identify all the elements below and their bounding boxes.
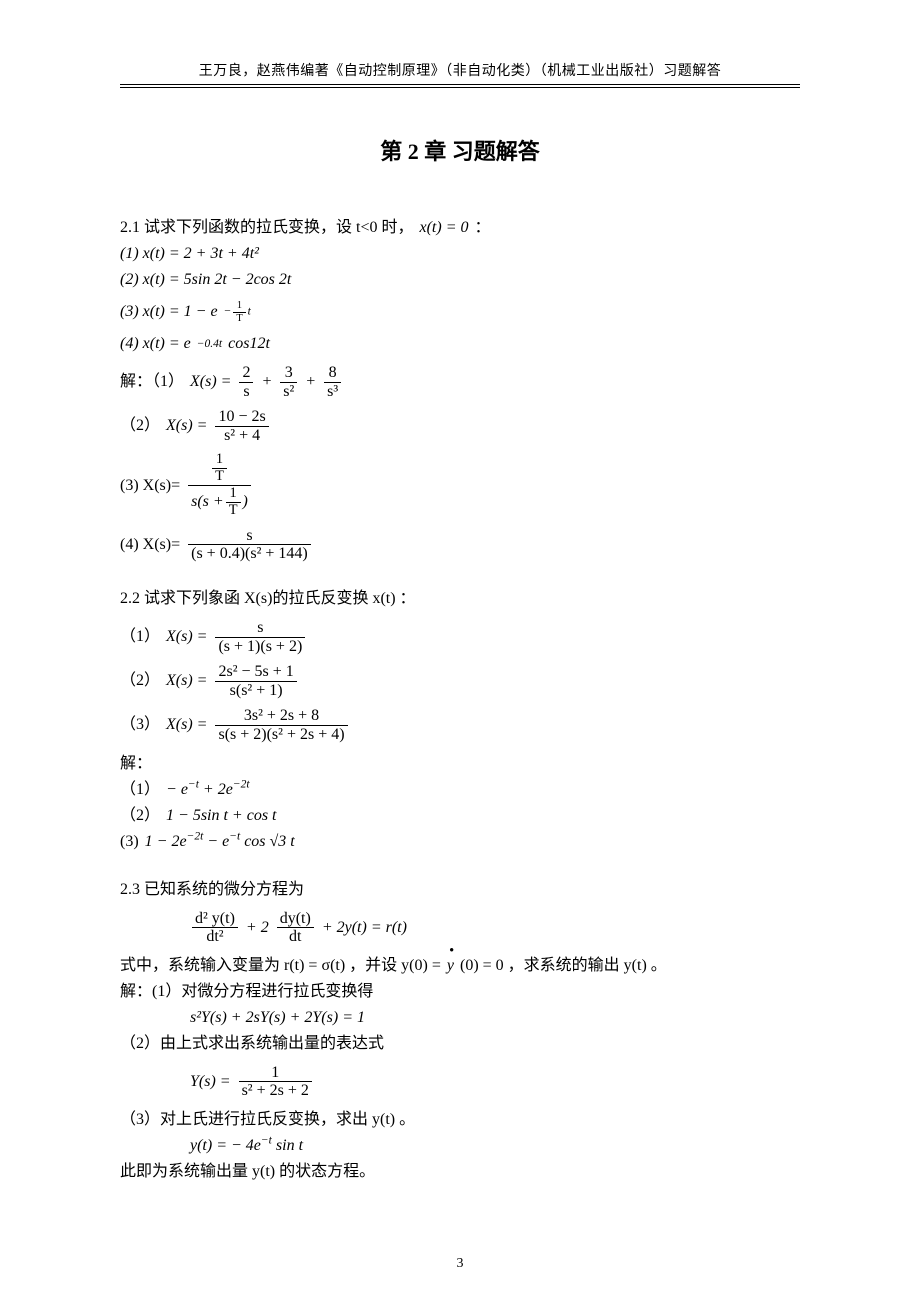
p23-sol3-eq: y(t) = − 4e−t sin t: [190, 1134, 303, 1158]
p23-sol1-eq: s²Y(s) + 2sY(s) + 2Y(s) = 1: [190, 1006, 365, 1030]
p21-item1: (1) x(t) = 2 + 3t + 4t²: [120, 242, 259, 266]
p23-last: 此即为系统输出量 y(t) 的状态方程。: [120, 1160, 375, 1184]
p22-i2-lhs: X(s) =: [166, 669, 207, 693]
p21-sol2-den: s² + 4: [215, 427, 268, 445]
p21-cond: x(t) = 0: [419, 216, 468, 240]
p23-line2c: (0) = 0 ，求系统的输出 y(t) 。: [460, 954, 667, 978]
page-number: 3: [0, 1256, 920, 1272]
p21-item3-exp: −1Tt: [224, 300, 251, 324]
p22-a2: 1 − 5sin t + cos t: [166, 804, 276, 828]
p22-i2-label: （2）: [120, 669, 160, 693]
p22-i2-den: s(s² + 1): [215, 682, 296, 700]
p22-a2-label: （2）: [120, 804, 160, 828]
p21-sol4-num: s: [188, 527, 311, 546]
p22-a3-label: (3): [120, 830, 139, 854]
p23-sol2-den: s² + 2s + 2: [239, 1082, 312, 1100]
p21-lead: 2.1 试求下列函数的拉氏变换，设 t<0 时，: [120, 216, 413, 240]
p21-sol-label: 解：（1）: [120, 370, 184, 394]
p22-i1-num: s: [215, 619, 305, 638]
problem-2-2: 2.2 试求下列象函 X(s)的拉氏反变换 x(t) ： （1） X(s) = …: [120, 587, 800, 854]
p21-sol1-f1d: s: [239, 383, 253, 401]
p22-a1: − e−t + 2e−2t: [166, 778, 250, 802]
p21-sol1-f2d: s²: [280, 383, 297, 401]
p23-sol2-label: （2）由上式求出系统输出量的表达式: [120, 1032, 384, 1056]
p22-i1-lhs: X(s) =: [166, 625, 207, 649]
p22-lead: 2.2 试求下列象函 X(s)的拉氏反变换 x(t) ：: [120, 587, 416, 611]
p22-i3-num: 3s² + 2s + 8: [215, 707, 347, 726]
p21-lead-tail: ：: [474, 216, 490, 240]
p21-sol1-f3n: 8: [324, 364, 341, 383]
p23-ydot: y: [447, 954, 454, 978]
problem-2-3: 2.3 已知系统的微分方程为 d² y(t)dt² + 2 dy(t)dt + …: [120, 878, 800, 1184]
p22-i3-lhs: X(s) =: [166, 713, 207, 737]
p21-sol3-num: 1T: [188, 452, 251, 486]
p21-sol1-lhs: X(s) =: [190, 370, 231, 394]
chapter-title: 第 2 章 习题解答: [120, 134, 800, 166]
p23-sol3-label: （3）对上氏进行拉氏反变换，求出 y(t) 。: [120, 1108, 415, 1132]
p22-a1-label: （1）: [120, 778, 160, 802]
p21-sol4-label: (4) X(s)=: [120, 533, 180, 557]
p21-sol2-num: 10 − 2s: [215, 408, 268, 427]
p21-sol4-den: (s + 0.4)(s² + 144): [188, 545, 311, 563]
p22-i2-num: 2s² − 5s + 1: [215, 663, 296, 682]
p23-sol2-num: 1: [239, 1064, 312, 1083]
running-header: 王万良，赵燕伟编著《自动控制原理》（非自动化类）（机械工业出版社）习题解答: [120, 60, 800, 85]
header-rule: [120, 85, 800, 88]
p23-sol1-label: 解：(1）对微分方程进行拉氏变换得: [120, 980, 373, 1004]
p22-a3: 1 − 2e−2t − e−t cos √3 t: [145, 830, 295, 854]
p21-item4a: (4) x(t) = e: [120, 332, 191, 356]
p21-sol2-label: （2）: [120, 414, 160, 438]
p21-sol1-f3d: s³: [324, 383, 341, 401]
p21-sol1-f2n: 3: [280, 364, 297, 383]
page: 王万良，赵燕伟编著《自动控制原理》（非自动化类）（机械工业出版社）习题解答 第 …: [0, 0, 920, 1302]
p23-sol2-lhs: Y(s) =: [190, 1070, 231, 1094]
problem-2-1: 2.1 试求下列函数的拉氏变换，设 t<0 时， x(t) = 0 ： (1) …: [120, 216, 800, 563]
p22-i1-label: （1）: [120, 625, 160, 649]
p22-sol-label: 解：: [120, 752, 152, 776]
p21-item3a: (3) x(t) = 1 − e: [120, 300, 218, 324]
p22-i1-den: (s + 1)(s + 2): [215, 638, 305, 656]
p21-sol3-label: (3) X(s)=: [120, 474, 180, 498]
p23-line2a: 式中，系统输入变量为 r(t) = σ(t) ，并设 y(0) =: [120, 954, 441, 978]
p22-i3-den: s(s + 2)(s² + 2s + 4): [215, 726, 347, 744]
p23-ode: d² y(t)dt² + 2 dy(t)dt + 2y(t) = r(t): [120, 910, 800, 946]
p22-i3-label: （3）: [120, 713, 160, 737]
p21-sol3-den: s(s +1T): [188, 486, 251, 519]
p21-item2: (2) x(t) = 5sin 2t − 2cos 2t: [120, 268, 291, 292]
p21-sol2-lhs: X(s) =: [166, 414, 207, 438]
p23-lead: 2.3 已知系统的微分方程为: [120, 878, 304, 902]
p21-sol1-f1n: 2: [239, 364, 253, 383]
p21-item4b: cos12t: [228, 332, 270, 356]
